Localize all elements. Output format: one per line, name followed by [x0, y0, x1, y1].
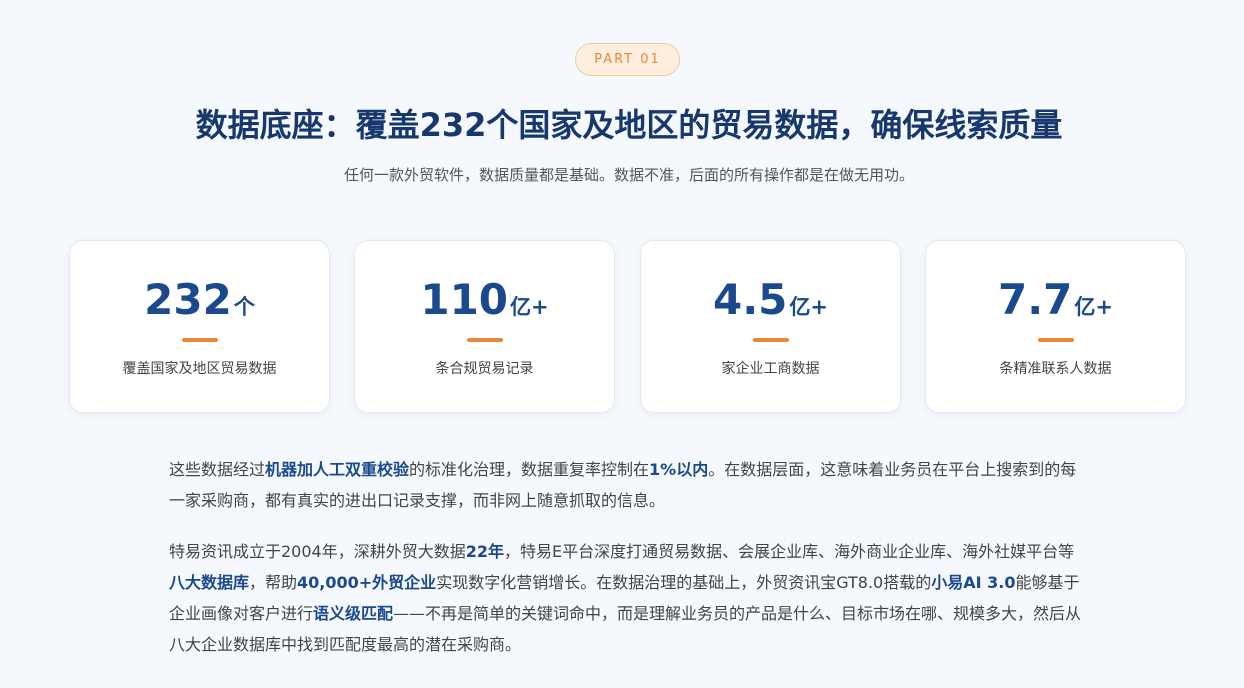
text-run: 特易资讯成立于2004年，深耕外贸大数据 [169, 542, 466, 561]
stat-value: 7.7亿+ [926, 275, 1185, 324]
stat-label: 条合规贸易记录 [435, 361, 534, 377]
stat-unit: 个 [233, 295, 255, 319]
stat-label: 条精准联系人数据 [999, 361, 1112, 377]
highlight-text: 22年 [465, 542, 505, 561]
accent-bar [752, 338, 789, 342]
stat-label: 家企业工商数据 [721, 361, 820, 377]
highlight-text: 八大数据库 [169, 573, 250, 592]
stat-value: 232个 [70, 275, 329, 324]
highlight-text: 语义级匹配 [313, 604, 394, 623]
text-run: 实现数字化营销增长。在数据治理的基础上，外贸资讯宝GT8.0搭载的 [436, 573, 932, 592]
highlight-text: 1%以内 [649, 460, 709, 479]
highlight-text: 小易AI 3.0 [931, 573, 1016, 592]
stat-card-contacts: 7.7亿+ 条精准联系人数据 [925, 240, 1186, 413]
stat-number: 4.5 [712, 275, 788, 324]
stat-unit: 亿+ [789, 295, 828, 319]
text-run: 的标准化治理，数据重复率控制在 [409, 460, 650, 479]
stat-value: 110亿+ [355, 275, 614, 324]
stat-unit: 亿+ [510, 295, 549, 319]
stat-value: 4.5亿+ [641, 275, 900, 324]
stat-card-companies: 4.5亿+ 家企业工商数据 [640, 240, 901, 413]
body-paragraph-1: 这些数据经过机器加人工双重校验的标准化治理，数据重复率控制在1%以内。在数据层面… [169, 454, 1089, 516]
text-run: ，帮助 [249, 573, 298, 592]
stat-number: 7.7 [997, 275, 1073, 324]
stat-number: 232 [144, 275, 232, 324]
highlight-text: 40,000+外贸企业 [297, 573, 437, 592]
accent-bar [1037, 338, 1074, 342]
stat-card-trade-records: 110亿+ 条合规贸易记录 [354, 240, 615, 413]
stat-number: 110 [420, 275, 509, 324]
part-badge: PART 01 [575, 43, 680, 76]
stat-label: 覆盖国家及地区贸易数据 [122, 361, 277, 377]
highlight-text: 机器加人工双重校验 [265, 460, 410, 479]
stat-card-countries: 232个 覆盖国家及地区贸易数据 [69, 240, 330, 413]
text-run: ，特易E平台深度打通贸易数据、会展企业库、海外商业企业库、海外社媒平台等 [504, 542, 1075, 561]
page-subtitle: 任何一款外贸软件，数据质量都是基础。数据不准，后面的所有操作都是在做无用功。 [343, 166, 914, 184]
stat-unit: 亿+ [1074, 295, 1113, 319]
page-title: 数据底座：覆盖232个国家及地区的贸易数据，确保线索质量 [195, 106, 1063, 144]
body-paragraph-2: 特易资讯成立于2004年，深耕外贸大数据22年，特易E平台深度打通贸易数据、会展… [169, 536, 1089, 660]
text-run: 这些数据经过 [169, 460, 266, 479]
accent-bar [181, 338, 218, 342]
accent-bar [466, 338, 503, 342]
